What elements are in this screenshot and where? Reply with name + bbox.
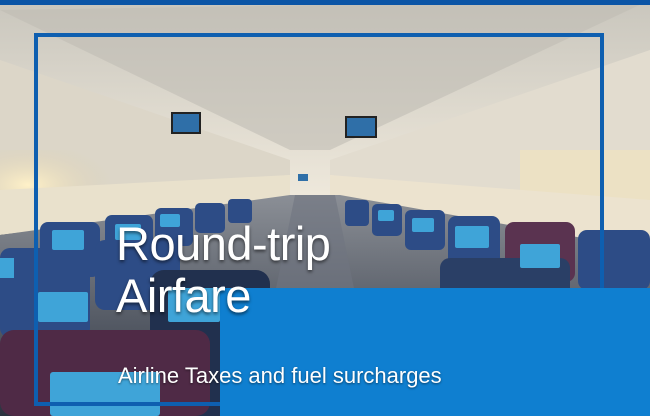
- title-line-2: Airfare: [116, 269, 251, 322]
- title-line-1: Round-trip: [116, 217, 331, 270]
- slide-subtitle: Airline Taxes and fuel surcharges: [118, 363, 442, 388]
- top-accent-bar: [0, 0, 650, 5]
- slide-title: Round-trip Airfare: [116, 217, 331, 322]
